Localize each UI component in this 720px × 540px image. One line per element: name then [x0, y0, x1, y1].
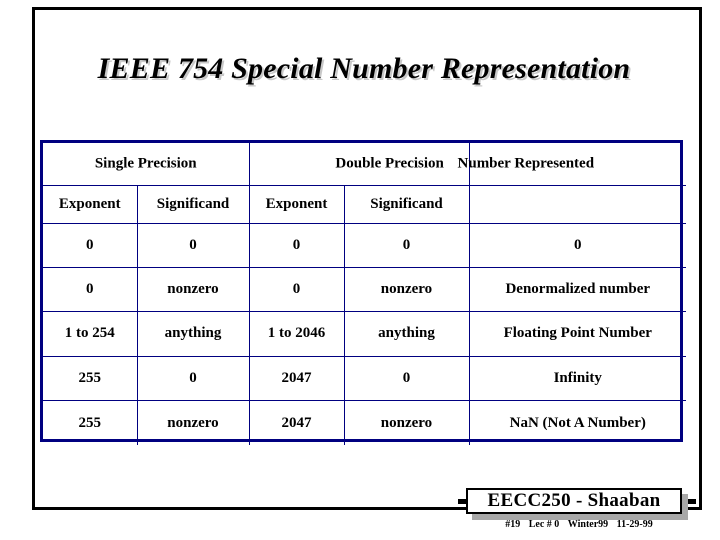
table-row: 255 nonzero 2047 nonzero NaN (Not A Numb… [43, 400, 686, 445]
cell-double-significand: 0 [343, 222, 470, 268]
cell-number-represented: Infinity [468, 355, 686, 402]
plaque-label: EECC250 - Shaaban [487, 490, 661, 511]
cell-single-significand: anything [136, 311, 250, 357]
cell-double-significand: anything [343, 311, 470, 357]
cell-single-significand: 0 [136, 222, 250, 268]
table-row: 1 to 254 anything 1 to 2046 anything Flo… [43, 311, 686, 357]
cell-double-exponent: 0 [248, 266, 345, 313]
cell-double-exponent: 2047 [248, 400, 345, 445]
slide-footer-meta: #19 Lec # 0 Winter99 11-29-99 [466, 519, 692, 531]
table-row: 0 0 0 0 0 [43, 222, 686, 268]
table-group-header-row: Single Precision Double Precision Number… [43, 143, 686, 186]
page-title: IEEE 754 Special Number Representation [97, 52, 631, 85]
group-header-number-represented-label: Number Represented [457, 155, 595, 172]
cell-double-exponent: 0 [248, 222, 345, 268]
cell-single-exponent: 0 [43, 222, 138, 268]
table-row: 0 nonzero 0 nonzero Denormalized number [43, 266, 686, 313]
group-header-number-represented: Number Represented [458, 143, 686, 186]
footer-lecture: Lec # 0 [528, 519, 560, 530]
cell-number-represented: NaN (Not A Number) [468, 400, 686, 445]
table: Single Precision Double Precision Number… [43, 143, 686, 445]
cell-number-represented: 0 [468, 222, 686, 268]
cell-single-exponent: 255 [43, 355, 138, 402]
cell-single-exponent: 255 [43, 400, 138, 445]
column-header-single-significand: Significand [136, 184, 250, 224]
group-header-double-precision-label: Double Precision [335, 155, 444, 172]
cell-single-significand: 0 [136, 355, 250, 402]
course-plaque: EECC250 - Shaaban [458, 488, 696, 520]
cell-single-exponent: 1 to 254 [43, 311, 138, 357]
ieee754-special-numbers-table: Single Precision Double Precision Number… [40, 140, 686, 445]
group-header-single-precision-label: Single Precision [94, 155, 197, 172]
plaque-box: EECC250 - Shaaban [466, 488, 682, 514]
cell-single-exponent: 0 [43, 266, 138, 313]
cell-number-represented: Denormalized number [468, 266, 686, 313]
footer-date: 11-29-99 [616, 519, 653, 530]
cell-double-exponent: 2047 [248, 355, 345, 402]
group-header-double-precision: Double Precision [248, 143, 470, 186]
cell-double-significand: nonzero [343, 266, 470, 313]
cell-number-represented: Floating Point Number [468, 311, 686, 357]
cell-double-significand: 0 [343, 355, 470, 402]
column-header-double-significand: Significand [343, 184, 470, 224]
cell-double-significand: nonzero [343, 400, 470, 445]
group-header-single-precision: Single Precision [43, 143, 250, 186]
footer-term: Winter99 [567, 519, 609, 530]
cell-single-significand: nonzero [136, 266, 250, 313]
column-header-number-represented [468, 184, 686, 224]
column-header-double-exponent: Exponent [248, 184, 345, 224]
table-sub-header-row: Exponent Significand Exponent Significan… [43, 184, 686, 224]
cell-double-exponent: 1 to 2046 [248, 311, 345, 357]
footer-slide-number: #19 [505, 519, 521, 530]
table-row: 255 0 2047 0 Infinity [43, 355, 686, 402]
column-header-single-exponent: Exponent [43, 184, 138, 224]
cell-single-significand: nonzero [136, 400, 250, 445]
